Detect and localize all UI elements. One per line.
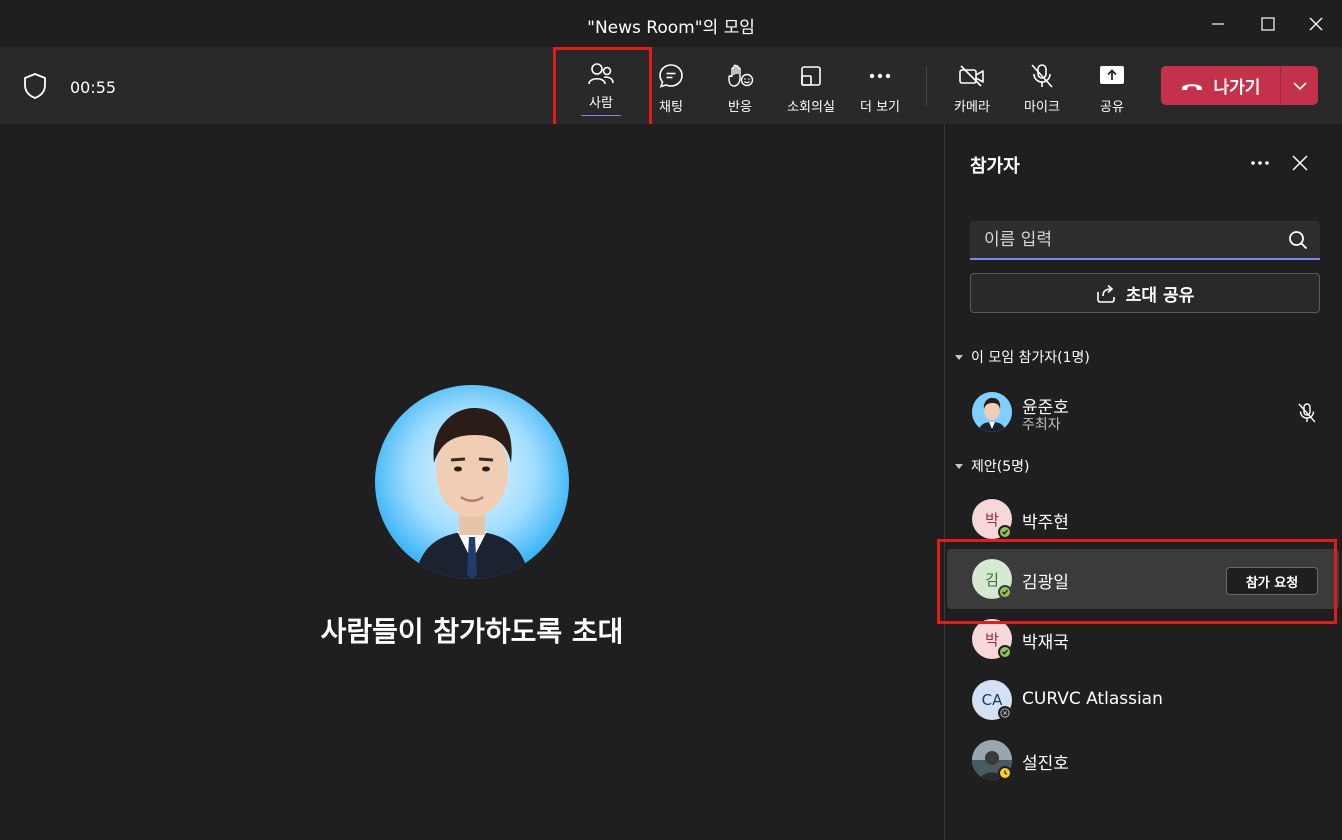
suggestions-header-label: 제안(5명) <box>971 459 1030 475</box>
share-screen-icon <box>1099 62 1125 90</box>
close-icon <box>1309 17 1323 31</box>
more-dots-icon <box>1251 161 1269 165</box>
close-icon <box>1292 155 1308 171</box>
leave-label: 나가기 <box>1213 78 1261 98</box>
panel-close-button[interactable] <box>1285 150 1315 176</box>
host-large-avatar <box>375 385 569 579</box>
leave-button[interactable]: 나가기 <box>1161 66 1279 105</box>
shield-icon[interactable] <box>22 72 48 104</box>
breakout-rooms-icon <box>799 62 823 90</box>
panel-title: 참가자 <box>970 156 1020 177</box>
search-icon[interactable] <box>1288 230 1308 250</box>
mic-off-icon <box>1298 403 1316 423</box>
leave-options-button[interactable] <box>1281 66 1318 105</box>
participant-name: 설진호 <box>1022 754 1069 774</box>
mic-off-icon <box>1030 62 1054 90</box>
invite-prompt-heading: 사람들이 참가하도록 초대 <box>320 615 624 648</box>
avatar <box>972 392 1012 432</box>
close-window-button[interactable] <box>1296 8 1336 40</box>
people-highlight-box <box>553 47 652 134</box>
react-button[interactable]: 반응 <box>705 60 775 116</box>
participant-search-box <box>970 221 1320 260</box>
maximize-button[interactable] <box>1248 8 1288 40</box>
leave-button-group: 나가기 <box>1161 66 1318 105</box>
hang-up-icon <box>1181 83 1202 90</box>
status-available-icon <box>998 525 1012 539</box>
react-label: 반응 <box>728 100 752 115</box>
share-invite-button[interactable]: 초대 공유 <box>970 273 1320 313</box>
caret-down-icon <box>955 463 963 469</box>
camera-button[interactable]: 카메라 <box>937 60 1007 116</box>
mic-button[interactable]: 마이크 <box>1007 60 1077 116</box>
suggested-participant[interactable]: 설진호 <box>947 730 1339 790</box>
window-title: "News Room"의 모임 <box>587 18 755 38</box>
status-available-icon <box>998 645 1012 659</box>
participants-panel: 참가자 초대 공유 이 모임 참가자(1명) 윤준호 주최자 제안(5명) 박 … <box>944 124 1342 840</box>
chat-label: 채팅 <box>659 100 683 115</box>
in-meeting-header-label: 이 모임 참가자(1명) <box>971 350 1090 366</box>
participant-name: 박재국 <box>1022 633 1069 653</box>
breakout-rooms-label: 소회의실 <box>787 100 835 115</box>
participant-name: CURVC Atlassian <box>1022 689 1163 709</box>
meeting-timer: 00:55 <box>70 78 117 97</box>
share-arrow-icon <box>1096 284 1115 303</box>
chevron-down-icon <box>1292 81 1307 90</box>
participant-role: 주최자 <box>1022 417 1061 433</box>
minimize-icon <box>1212 23 1224 25</box>
panel-more-button[interactable] <box>1245 150 1275 176</box>
suggestions-section-header[interactable]: 제안(5명) <box>955 456 1029 476</box>
caret-down-icon <box>955 354 963 360</box>
participant-name: 박주현 <box>1022 513 1069 533</box>
breakout-rooms-button[interactable]: 소회의실 <box>776 60 846 116</box>
more-dots-icon <box>868 62 892 90</box>
participant-search-input[interactable] <box>984 221 1284 258</box>
in-meeting-section-header[interactable]: 이 모임 참가자(1명) <box>955 347 1090 367</box>
meeting-stage: 사람들이 참가하도록 초대 <box>0 124 944 840</box>
title-bar: "News Room"의 모임 <box>0 0 1342 48</box>
status-offline-icon <box>998 706 1012 720</box>
maximize-icon <box>1261 17 1275 31</box>
meeting-toolbar: 00:55 사람 채팅 반응 소회의실 더 보기 카메라 마이크 공유 나가기 <box>0 48 1342 124</box>
participant-highlight-box <box>937 539 1337 624</box>
share-invite-label: 초대 공유 <box>1125 285 1195 306</box>
mic-label: 마이크 <box>1024 100 1060 115</box>
status-away-icon <box>998 766 1012 780</box>
raise-hand-icon <box>726 62 754 90</box>
participant-host[interactable]: 윤준호 주최자 <box>947 382 1339 442</box>
toolbar-divider <box>926 66 927 106</box>
camera-label: 카메라 <box>954 100 990 115</box>
suggested-participant[interactable]: CA CURVC Atlassian <box>947 670 1339 730</box>
share-button[interactable]: 공유 <box>1077 60 1147 116</box>
share-label: 공유 <box>1100 100 1124 115</box>
more-button[interactable]: 더 보기 <box>845 60 915 116</box>
camera-off-icon <box>958 62 986 90</box>
chat-icon <box>658 62 684 90</box>
minimize-button[interactable] <box>1198 8 1238 40</box>
more-label: 더 보기 <box>859 100 900 115</box>
